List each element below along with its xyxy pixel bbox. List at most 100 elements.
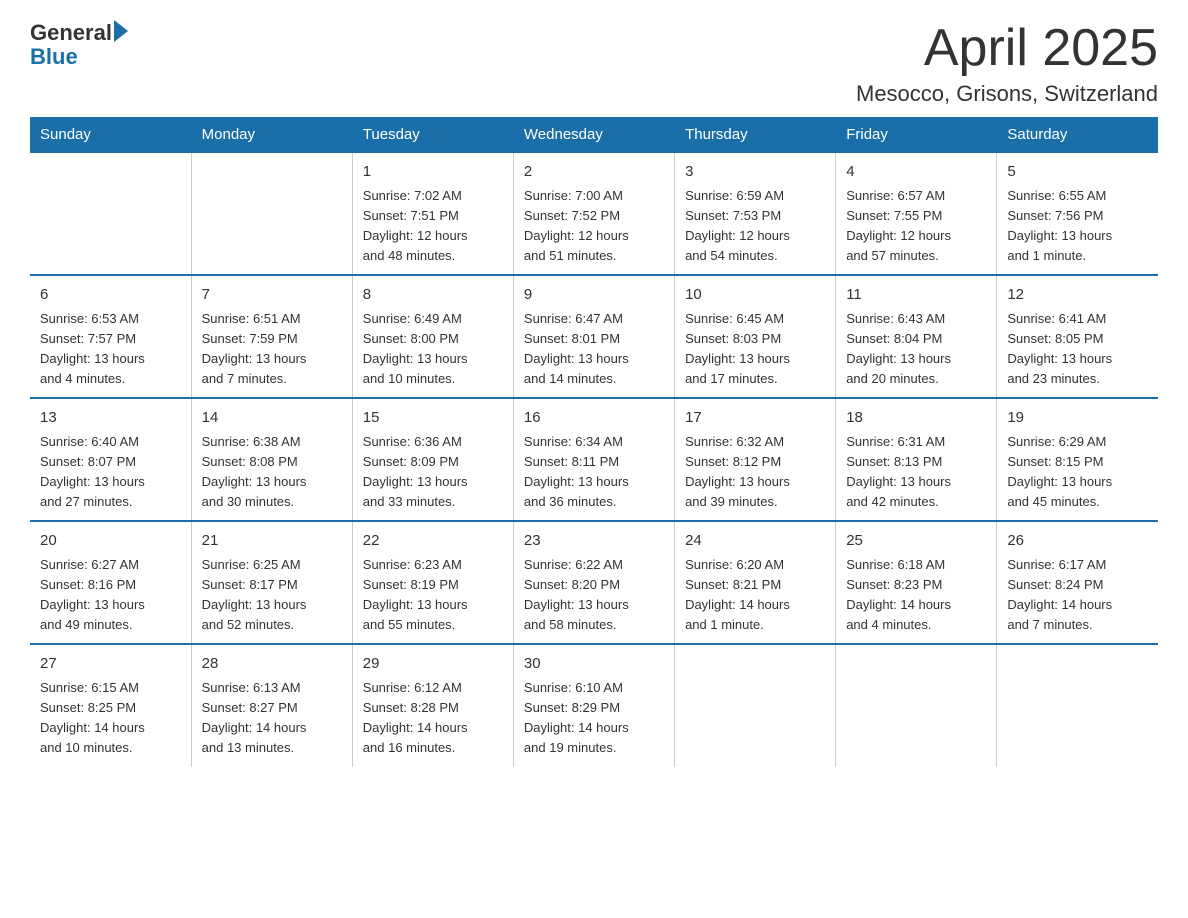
- day-number: 8: [363, 284, 503, 307]
- day-number: 3: [685, 161, 825, 184]
- day-number: 26: [1007, 530, 1148, 553]
- calendar-cell: 21Sunrise: 6:25 AMSunset: 8:17 PMDayligh…: [191, 521, 352, 644]
- month-title: April 2025: [856, 20, 1158, 77]
- title-section: April 2025 Mesocco, Grisons, Switzerland: [856, 20, 1158, 107]
- day-number: 19: [1007, 407, 1148, 430]
- calendar-cell: 1Sunrise: 7:02 AMSunset: 7:51 PMDaylight…: [352, 152, 513, 275]
- day-number: 14: [202, 407, 342, 430]
- day-info: Sunrise: 7:02 AMSunset: 7:51 PMDaylight:…: [363, 186, 503, 267]
- calendar-cell: 8Sunrise: 6:49 AMSunset: 8:00 PMDaylight…: [352, 275, 513, 398]
- day-info: Sunrise: 6:29 AMSunset: 8:15 PMDaylight:…: [1007, 432, 1148, 513]
- day-header-tuesday: Tuesday: [352, 118, 513, 153]
- calendar-cell: 15Sunrise: 6:36 AMSunset: 8:09 PMDayligh…: [352, 398, 513, 521]
- week-row-2: 6Sunrise: 6:53 AMSunset: 7:57 PMDaylight…: [30, 275, 1158, 398]
- calendar-cell: [30, 152, 191, 275]
- calendar-cell: [191, 152, 352, 275]
- day-number: 12: [1007, 284, 1148, 307]
- day-info: Sunrise: 6:17 AMSunset: 8:24 PMDaylight:…: [1007, 555, 1148, 636]
- day-info: Sunrise: 6:12 AMSunset: 8:28 PMDaylight:…: [363, 678, 503, 759]
- calendar-cell: 23Sunrise: 6:22 AMSunset: 8:20 PMDayligh…: [513, 521, 674, 644]
- calendar-cell: 19Sunrise: 6:29 AMSunset: 8:15 PMDayligh…: [997, 398, 1158, 521]
- day-number: 27: [40, 653, 181, 676]
- day-number: 22: [363, 530, 503, 553]
- calendar-cell: 27Sunrise: 6:15 AMSunset: 8:25 PMDayligh…: [30, 644, 191, 766]
- calendar-cell: 13Sunrise: 6:40 AMSunset: 8:07 PMDayligh…: [30, 398, 191, 521]
- day-info: Sunrise: 6:49 AMSunset: 8:00 PMDaylight:…: [363, 309, 503, 390]
- day-info: Sunrise: 6:45 AMSunset: 8:03 PMDaylight:…: [685, 309, 825, 390]
- day-info: Sunrise: 6:27 AMSunset: 8:16 PMDaylight:…: [40, 555, 181, 636]
- calendar-cell: 22Sunrise: 6:23 AMSunset: 8:19 PMDayligh…: [352, 521, 513, 644]
- day-info: Sunrise: 6:22 AMSunset: 8:20 PMDaylight:…: [524, 555, 664, 636]
- calendar-cell: 24Sunrise: 6:20 AMSunset: 8:21 PMDayligh…: [675, 521, 836, 644]
- logo-blue-text: Blue: [30, 44, 78, 70]
- day-info: Sunrise: 6:13 AMSunset: 8:27 PMDaylight:…: [202, 678, 342, 759]
- day-number: 25: [846, 530, 986, 553]
- calendar-table: SundayMondayTuesdayWednesdayThursdayFrid…: [30, 117, 1158, 766]
- calendar-cell: 18Sunrise: 6:31 AMSunset: 8:13 PMDayligh…: [836, 398, 997, 521]
- day-number: 16: [524, 407, 664, 430]
- day-number: 9: [524, 284, 664, 307]
- day-number: 23: [524, 530, 664, 553]
- day-info: Sunrise: 6:15 AMSunset: 8:25 PMDaylight:…: [40, 678, 181, 759]
- day-header-saturday: Saturday: [997, 118, 1158, 153]
- day-info: Sunrise: 6:31 AMSunset: 8:13 PMDaylight:…: [846, 432, 986, 513]
- day-number: 11: [846, 284, 986, 307]
- week-row-1: 1Sunrise: 7:02 AMSunset: 7:51 PMDaylight…: [30, 152, 1158, 275]
- day-info: Sunrise: 6:59 AMSunset: 7:53 PMDaylight:…: [685, 186, 825, 267]
- day-header-friday: Friday: [836, 118, 997, 153]
- calendar-cell: 25Sunrise: 6:18 AMSunset: 8:23 PMDayligh…: [836, 521, 997, 644]
- day-number: 1: [363, 161, 503, 184]
- day-info: Sunrise: 6:36 AMSunset: 8:09 PMDaylight:…: [363, 432, 503, 513]
- day-info: Sunrise: 6:53 AMSunset: 7:57 PMDaylight:…: [40, 309, 181, 390]
- calendar-cell: 26Sunrise: 6:17 AMSunset: 8:24 PMDayligh…: [997, 521, 1158, 644]
- calendar-cell: 9Sunrise: 6:47 AMSunset: 8:01 PMDaylight…: [513, 275, 674, 398]
- calendar-cell: 3Sunrise: 6:59 AMSunset: 7:53 PMDaylight…: [675, 152, 836, 275]
- day-number: 28: [202, 653, 342, 676]
- logo: General Blue: [30, 20, 130, 70]
- calendar-cell: 7Sunrise: 6:51 AMSunset: 7:59 PMDaylight…: [191, 275, 352, 398]
- week-row-3: 13Sunrise: 6:40 AMSunset: 8:07 PMDayligh…: [30, 398, 1158, 521]
- calendar-cell: 4Sunrise: 6:57 AMSunset: 7:55 PMDaylight…: [836, 152, 997, 275]
- calendar-cell: 12Sunrise: 6:41 AMSunset: 8:05 PMDayligh…: [997, 275, 1158, 398]
- calendar-cell: 11Sunrise: 6:43 AMSunset: 8:04 PMDayligh…: [836, 275, 997, 398]
- day-number: 2: [524, 161, 664, 184]
- day-info: Sunrise: 6:10 AMSunset: 8:29 PMDaylight:…: [524, 678, 664, 759]
- day-info: Sunrise: 7:00 AMSunset: 7:52 PMDaylight:…: [524, 186, 664, 267]
- day-info: Sunrise: 6:20 AMSunset: 8:21 PMDaylight:…: [685, 555, 825, 636]
- day-number: 7: [202, 284, 342, 307]
- calendar-cell: [675, 644, 836, 766]
- day-info: Sunrise: 6:51 AMSunset: 7:59 PMDaylight:…: [202, 309, 342, 390]
- day-number: 20: [40, 530, 181, 553]
- day-number: 17: [685, 407, 825, 430]
- day-info: Sunrise: 6:47 AMSunset: 8:01 PMDaylight:…: [524, 309, 664, 390]
- day-number: 15: [363, 407, 503, 430]
- calendar-cell: 2Sunrise: 7:00 AMSunset: 7:52 PMDaylight…: [513, 152, 674, 275]
- day-number: 13: [40, 407, 181, 430]
- calendar-cell: 14Sunrise: 6:38 AMSunset: 8:08 PMDayligh…: [191, 398, 352, 521]
- day-number: 21: [202, 530, 342, 553]
- day-info: Sunrise: 6:57 AMSunset: 7:55 PMDaylight:…: [846, 186, 986, 267]
- day-info: Sunrise: 6:55 AMSunset: 7:56 PMDaylight:…: [1007, 186, 1148, 267]
- logo-arrow-icon: [114, 20, 128, 42]
- day-number: 24: [685, 530, 825, 553]
- day-info: Sunrise: 6:23 AMSunset: 8:19 PMDaylight:…: [363, 555, 503, 636]
- day-number: 5: [1007, 161, 1148, 184]
- day-info: Sunrise: 6:40 AMSunset: 8:07 PMDaylight:…: [40, 432, 181, 513]
- calendar-header: SundayMondayTuesdayWednesdayThursdayFrid…: [30, 118, 1158, 153]
- calendar-cell: 10Sunrise: 6:45 AMSunset: 8:03 PMDayligh…: [675, 275, 836, 398]
- day-header-thursday: Thursday: [675, 118, 836, 153]
- day-info: Sunrise: 6:38 AMSunset: 8:08 PMDaylight:…: [202, 432, 342, 513]
- day-info: Sunrise: 6:43 AMSunset: 8:04 PMDaylight:…: [846, 309, 986, 390]
- calendar-cell: [997, 644, 1158, 766]
- day-info: Sunrise: 6:25 AMSunset: 8:17 PMDaylight:…: [202, 555, 342, 636]
- day-header-monday: Monday: [191, 118, 352, 153]
- location-subtitle: Mesocco, Grisons, Switzerland: [856, 81, 1158, 107]
- calendar-cell: 6Sunrise: 6:53 AMSunset: 7:57 PMDaylight…: [30, 275, 191, 398]
- day-number: 30: [524, 653, 664, 676]
- week-row-4: 20Sunrise: 6:27 AMSunset: 8:16 PMDayligh…: [30, 521, 1158, 644]
- page-header: General Blue April 2025 Mesocco, Grisons…: [30, 20, 1158, 107]
- day-number: 6: [40, 284, 181, 307]
- logo-general-text: General: [30, 22, 112, 44]
- day-info: Sunrise: 6:32 AMSunset: 8:12 PMDaylight:…: [685, 432, 825, 513]
- calendar-cell: [836, 644, 997, 766]
